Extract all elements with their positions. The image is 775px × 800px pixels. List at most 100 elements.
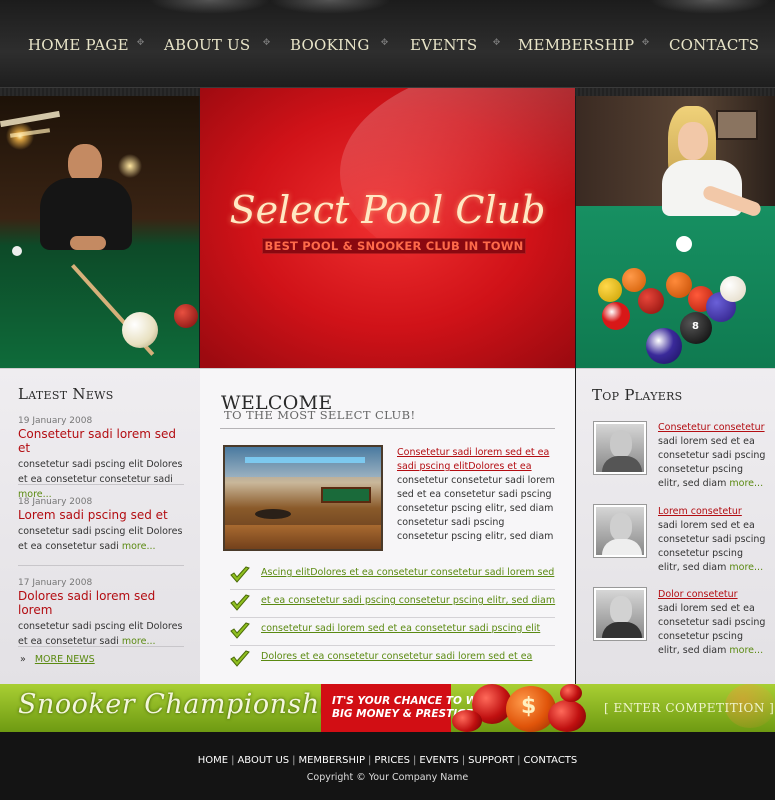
player-photo (596, 424, 644, 472)
more-link[interactable]: more... (729, 562, 763, 573)
shoulders (602, 539, 642, 555)
floor (225, 525, 381, 549)
footer-link-prices[interactable]: PRICES (374, 755, 410, 766)
yellow-ball (598, 278, 622, 302)
nav-home-page[interactable]: HOME PAGE (28, 36, 129, 54)
pool-player-photo-left (0, 96, 199, 368)
dollar-icon: $ (521, 694, 537, 719)
player-name-link[interactable]: Consetetur consetetur (658, 421, 766, 435)
divider (18, 484, 184, 485)
welcome-subtitle: TO THE MOST SELECT CLUB! (224, 408, 416, 422)
divider (18, 565, 184, 566)
news-item: 19 January 2008 Consetetur sadi lorem se… (18, 416, 186, 502)
footer-link-support[interactable]: SUPPORT (468, 755, 514, 766)
enter-competition-link[interactable]: [ ENTER COMPETITION ] (604, 701, 774, 715)
list-item: Ascing elitDolores et ea consetetur cons… (230, 563, 555, 590)
news-item: 18 January 2008 Lorem sadi pscing sed et… (18, 497, 186, 554)
news-text: consetetur sadi pscing elit Dolores et e… (18, 457, 186, 502)
footer-link-membership[interactable]: MEMBERSHIP (298, 755, 365, 766)
player-info: Dolor consetetur sadi lorem sed et ea co… (658, 588, 766, 658)
player-avatar[interactable] (593, 587, 647, 641)
news-text: consetetur sadi pscing elit Dolores et e… (18, 619, 186, 649)
footer-separator: | (517, 755, 521, 766)
latest-news-heading: Latest News (18, 385, 114, 403)
player-avatar[interactable] (593, 421, 647, 475)
nav-separator-icon: ✥ (262, 38, 271, 48)
striped-blue-ball (646, 328, 682, 364)
orange-ball (622, 268, 646, 292)
news-date: 19 January 2008 (18, 416, 93, 426)
news-title[interactable]: Dolores sadi lorem sed lorem (18, 589, 186, 617)
footer-separator: | (413, 755, 417, 766)
club-interior-photo (223, 445, 383, 551)
nav-separator-icon: ✥ (136, 38, 145, 48)
more-link[interactable]: more... (729, 645, 763, 656)
wall-frame (716, 110, 758, 140)
more-news-link[interactable]: MORE NEWS (35, 654, 95, 665)
welcome-text: consetetur consetetur sadi lorem sed et … (397, 475, 555, 542)
more-link[interactable]: more... (122, 541, 156, 552)
championship-title: Snooker Championships (18, 689, 362, 720)
red-ball (638, 288, 664, 314)
ball (12, 246, 22, 256)
player-name-link[interactable]: Lorem consetetur (658, 505, 766, 519)
player-hand (70, 236, 106, 250)
footer-link-events[interactable]: EVENTS (419, 755, 458, 766)
ceiling-light (245, 457, 365, 463)
nav-events[interactable]: EVENTS (410, 36, 477, 54)
pool-table (321, 487, 371, 503)
list-item: Dolores et ea consetetur consetetur sadi… (230, 647, 555, 674)
checkmark-icon (230, 622, 250, 639)
shoulders (602, 456, 642, 472)
news-text-body: consetetur sadi pscing elit Dolores et e… (18, 621, 183, 647)
nav-membership[interactable]: MEMBERSHIP (518, 36, 634, 54)
news-text: consetetur sadi pscing elit Dolores et e… (18, 524, 186, 554)
list-link[interactable]: consetetur sadi lorem sed et ea consetet… (261, 623, 540, 634)
divider (18, 646, 184, 647)
face-shape (610, 596, 632, 624)
nav-booking[interactable]: BOOKING (290, 36, 370, 54)
more-link[interactable]: more... (729, 478, 763, 489)
footer-link-home[interactable]: HOME (198, 755, 228, 766)
list-link[interactable]: et ea consetetur sadi pscing consetetur … (261, 595, 555, 606)
news-date: 18 January 2008 (18, 497, 93, 507)
welcome-link[interactable]: Consetetur sadi lorem sed et ea sadi psc… (397, 446, 557, 474)
top-players-heading: Top Players (592, 386, 683, 404)
footer-separator: | (461, 755, 466, 766)
footer-link-about[interactable]: ABOUT US (237, 755, 289, 766)
ball-number: 8 (692, 321, 699, 332)
news-date: 17 January 2008 (18, 578, 93, 588)
news-text-body: consetetur sadi pscing elit Dolores et e… (18, 459, 183, 485)
promo-panel: IT'S YOUR CHANCE TO WIN BIG MONEY & PREST… (321, 684, 490, 732)
face-shape (610, 430, 632, 458)
cue-ball (676, 236, 692, 252)
player-info: Consetetur consetetur sadi lorem sed et … (658, 421, 766, 491)
pool-player-photo-right: 8 (576, 96, 775, 368)
news-title[interactable]: Consetetur sadi lorem sed et (18, 427, 186, 455)
red-ball (452, 710, 482, 732)
red-ball (560, 684, 582, 702)
nav-contacts[interactable]: CONTACTS (669, 36, 759, 54)
face-shape (610, 513, 632, 541)
player-face (678, 122, 708, 160)
footer-links: HOME | ABOUT US | MEMBERSHIP | PRICES | EVENTS | S… (0, 755, 775, 766)
list-item: consetetur sadi lorem sed et ea consetet… (230, 619, 555, 646)
promo-line-1: IT'S YOUR CHANCE TO WIN (332, 695, 490, 707)
player-name-link[interactable]: Dolor consetetur (658, 588, 766, 602)
double-arrow-icon: » (20, 654, 26, 665)
lamp-light (0, 110, 61, 128)
nav-separator-icon: ✥ (641, 38, 650, 48)
list-link[interactable]: Ascing elitDolores et ea consetetur cons… (261, 567, 554, 578)
footer-separator: | (292, 755, 296, 766)
club-tagline: BEST POOL & SNOOKER CLUB IN TOWN (262, 238, 526, 254)
divider (220, 428, 555, 429)
lamp-light (9, 128, 51, 138)
player-photo (596, 590, 644, 638)
footer-link-contacts[interactable]: CONTACTS (523, 755, 577, 766)
news-title[interactable]: Lorem sadi pscing sed et (18, 508, 186, 522)
club-logo: Select Pool Club (229, 188, 546, 232)
nav-about-us[interactable]: ABOUT US (164, 36, 250, 54)
news-item: 17 January 2008 Dolores sadi lorem sed l… (18, 578, 186, 649)
player-avatar[interactable] (593, 504, 647, 558)
list-link[interactable]: Dolores et ea consetetur consetetur sadi… (261, 651, 532, 662)
